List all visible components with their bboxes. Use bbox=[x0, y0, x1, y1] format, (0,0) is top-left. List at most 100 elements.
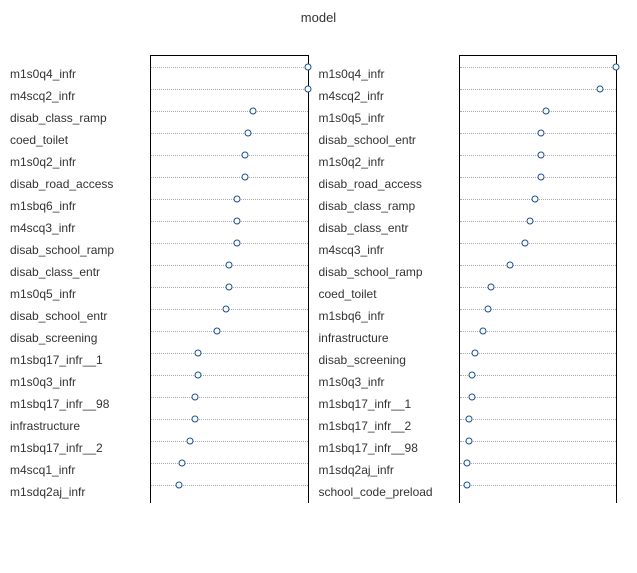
plot-row bbox=[151, 232, 308, 254]
row-label: m4scq2_infr bbox=[319, 85, 459, 107]
plot-row bbox=[151, 342, 308, 364]
row-label: m1sdq2aj_infr bbox=[319, 459, 459, 481]
plot-row bbox=[151, 144, 308, 166]
row-label: disab_school_entr bbox=[319, 129, 459, 151]
chart-title: model bbox=[0, 0, 637, 55]
row-label: disab_class_ramp bbox=[319, 195, 459, 217]
grid-line bbox=[460, 67, 617, 68]
charts-container: m1s0q4_infrm4scq2_infrdisab_class_rampco… bbox=[0, 55, 637, 503]
dot-panel-right: m1s0q4_infrm4scq2_infrm1s0q5_infrdisab_s… bbox=[319, 55, 628, 503]
data-marker bbox=[465, 438, 472, 445]
plot-row bbox=[151, 122, 308, 144]
data-marker bbox=[241, 174, 248, 181]
grid-line bbox=[460, 485, 617, 486]
row-label: disab_school_entr bbox=[10, 305, 150, 327]
data-marker bbox=[472, 350, 479, 357]
grid-line bbox=[460, 265, 617, 266]
row-label: m1sbq17_infr__1 bbox=[319, 393, 459, 415]
plot-row bbox=[460, 408, 617, 430]
plot-row bbox=[460, 474, 617, 496]
row-label: m4scq3_infr bbox=[10, 217, 150, 239]
plot-row bbox=[151, 386, 308, 408]
plot-row bbox=[151, 276, 308, 298]
plot-row bbox=[460, 100, 617, 122]
plot-row bbox=[460, 254, 617, 276]
row-label: m1sbq6_infr bbox=[319, 305, 459, 327]
row-label: infrastructure bbox=[319, 327, 459, 349]
dot-panel-left: m1s0q4_infrm4scq2_infrdisab_class_rampco… bbox=[10, 55, 319, 503]
plot-left bbox=[150, 55, 309, 503]
data-marker bbox=[464, 460, 471, 467]
grid-line bbox=[151, 485, 308, 486]
plot-row bbox=[460, 188, 617, 210]
plot-row bbox=[460, 166, 617, 188]
row-label: coed_toilet bbox=[319, 283, 459, 305]
row-label: disab_screening bbox=[10, 327, 150, 349]
grid-line bbox=[151, 353, 308, 354]
plot-row bbox=[151, 210, 308, 232]
grid-line bbox=[151, 67, 308, 68]
data-marker bbox=[464, 482, 471, 489]
row-label: m1s0q5_infr bbox=[319, 107, 459, 129]
row-label: disab_school_ramp bbox=[10, 239, 150, 261]
row-label: disab_class_entr bbox=[319, 217, 459, 239]
plot-row bbox=[151, 430, 308, 452]
plot-row bbox=[460, 78, 617, 100]
plot-row bbox=[151, 188, 308, 210]
grid-line bbox=[460, 463, 617, 464]
grid-line bbox=[151, 375, 308, 376]
data-marker bbox=[469, 394, 476, 401]
row-label: m1sbq17_infr__1 bbox=[10, 349, 150, 371]
grid-line bbox=[460, 309, 617, 310]
data-marker bbox=[304, 86, 311, 93]
grid-line bbox=[460, 353, 617, 354]
data-marker bbox=[234, 240, 241, 247]
data-marker bbox=[234, 218, 241, 225]
data-marker bbox=[245, 130, 252, 137]
plot-row bbox=[151, 100, 308, 122]
data-marker bbox=[613, 64, 620, 71]
grid-line bbox=[460, 397, 617, 398]
row-label: m1s0q3_infr bbox=[10, 371, 150, 393]
data-marker bbox=[226, 284, 233, 291]
data-marker bbox=[194, 372, 201, 379]
data-marker bbox=[465, 416, 472, 423]
row-label: disab_screening bbox=[319, 349, 459, 371]
plot-row bbox=[460, 232, 617, 254]
grid-line bbox=[151, 199, 308, 200]
row-label: coed_toilet bbox=[10, 129, 150, 151]
grid-line bbox=[151, 419, 308, 420]
grid-line bbox=[151, 397, 308, 398]
data-marker bbox=[191, 416, 198, 423]
data-marker bbox=[213, 328, 220, 335]
plot-row bbox=[151, 320, 308, 342]
data-marker bbox=[537, 174, 544, 181]
data-marker bbox=[304, 64, 311, 71]
grid-line bbox=[460, 243, 617, 244]
grid-line bbox=[460, 89, 617, 90]
plot-row bbox=[151, 166, 308, 188]
row-label: m1s0q3_infr bbox=[319, 371, 459, 393]
plot-row bbox=[460, 276, 617, 298]
row-label: disab_class_entr bbox=[10, 261, 150, 283]
plot-right bbox=[459, 55, 618, 503]
plot-row bbox=[151, 78, 308, 100]
row-label: school_code_preload bbox=[319, 481, 459, 503]
row-label: m1sdq2aj_infr bbox=[10, 481, 150, 503]
grid-line bbox=[151, 441, 308, 442]
grid-line bbox=[151, 243, 308, 244]
grid-line bbox=[151, 111, 308, 112]
grid-line bbox=[151, 221, 308, 222]
row-label: disab_road_access bbox=[10, 173, 150, 195]
data-marker bbox=[526, 218, 533, 225]
row-label: m1s0q5_infr bbox=[10, 283, 150, 305]
row-label: m1s0q4_infr bbox=[10, 63, 150, 85]
plot-row bbox=[151, 452, 308, 474]
labels-left: m1s0q4_infrm4scq2_infrdisab_class_rampco… bbox=[10, 55, 150, 503]
data-marker bbox=[194, 350, 201, 357]
data-marker bbox=[469, 372, 476, 379]
row-label: m1sbq6_infr bbox=[10, 195, 150, 217]
plot-row bbox=[460, 386, 617, 408]
data-marker bbox=[226, 262, 233, 269]
plot-row bbox=[460, 298, 617, 320]
